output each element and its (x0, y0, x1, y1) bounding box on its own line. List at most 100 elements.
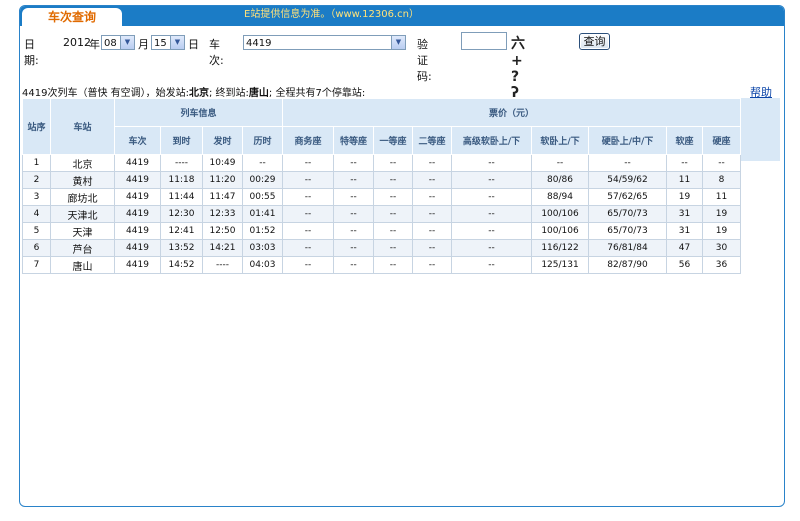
table-cell: -- (333, 154, 375, 172)
table-cell: -- (373, 256, 414, 274)
month-select[interactable]: 08 ▼ (101, 35, 135, 50)
station-cell: 廊坊北 (50, 188, 115, 206)
query-panel: 车次查询 E站提供信息为准。（www.12306.cn） 日期: 2012 年 … (19, 5, 785, 507)
table-cell: 19 (666, 188, 704, 206)
col-header: 二等座 (412, 126, 453, 155)
table-cell: -- (282, 154, 335, 172)
table-cell: 30 (702, 239, 742, 257)
col-header: 特等座 (333, 126, 375, 155)
table-cell: -- (241, 154, 284, 172)
table-cell: -- (412, 222, 453, 240)
table-cell: -- (373, 188, 414, 206)
table-row: 1 北京 4419 ---- 10:49 -- -- -- -- -- -- -- -- -- -- (22, 154, 742, 172)
table-cell: 31 (666, 222, 704, 240)
table-cell: -- (333, 239, 375, 257)
month-value: 08 (104, 38, 117, 49)
table-row: 7 唐山 4419 14:52 ---- 04:03 -- -- -- -- -- 125/131 82… (22, 256, 742, 274)
train-summary: 4419次列车（普快 有空调），始发站:北京; 终到站:唐山; 全程共有7个停靠… (22, 84, 365, 99)
table-cell: 14:52 (160, 256, 203, 274)
day-value: 15 (154, 38, 167, 49)
table-cell: -- (666, 154, 704, 172)
table-row: 3 廊坊北 4419 11:44 11:47 00:55 -- -- -- -- -- 88/94 57… (22, 188, 742, 206)
chevron-down-icon: ▼ (391, 36, 405, 49)
captcha-image[interactable]: 六+ ?ʔ (511, 33, 526, 101)
table-cell: 88/94 (531, 188, 590, 206)
table-row: 6 芦台 4419 13:52 14:21 03:03 -- -- -- -- -- 116/122 7… (22, 239, 742, 257)
table-cell: 2 (22, 171, 51, 189)
table-cell: 76/81/84 (588, 239, 668, 257)
table-cell: -- (451, 256, 533, 274)
table-cell: 00:29 (241, 171, 284, 189)
day-unit: 日 (188, 38, 199, 51)
table-cell: -- (282, 256, 335, 274)
table-cell: -- (373, 205, 414, 223)
table-cell: 11:44 (160, 188, 203, 206)
col-header: 硬座 (702, 126, 742, 155)
table-cell: ---- (160, 154, 203, 172)
table-cell: 47 (666, 239, 704, 257)
table-cell: 00:55 (241, 188, 284, 206)
table-cell: 11:47 (202, 188, 243, 206)
table-cell: 36 (702, 256, 742, 274)
station-cell: 天津 (50, 222, 115, 240)
captcha-input[interactable] (461, 32, 507, 50)
table-cell: 57/62/65 (588, 188, 668, 206)
day-select[interactable]: 15 ▼ (151, 35, 185, 50)
table-cell: -- (451, 239, 533, 257)
table-cell: 03:03 (241, 239, 284, 257)
table-cell: 01:52 (241, 222, 284, 240)
train-number-value: 4419 (246, 38, 272, 49)
table-cell: -- (333, 171, 375, 189)
table-cell: -- (451, 188, 533, 206)
table-row: 2 黄村 4419 11:18 11:20 00:29 -- -- -- -- -- 80/86 54/… (22, 171, 742, 189)
table-cell: -- (333, 256, 375, 274)
year-unit: 年 (89, 38, 100, 51)
table-row: 5 天津 4419 12:41 12:50 01:52 -- -- -- -- -- 100/106 6… (22, 222, 742, 240)
table-cell: -- (373, 222, 414, 240)
col-header: 高级软卧上/下 (451, 126, 533, 155)
table-cell: -- (702, 154, 742, 172)
notice-marquee: E站提供信息为准。（www.12306.cn） (244, 9, 419, 20)
captcha-label: 验证码: (417, 38, 432, 83)
table-cell: 11 (666, 171, 704, 189)
table-cell: -- (282, 171, 335, 189)
table-cell: -- (451, 222, 533, 240)
train-label: 车次: (209, 38, 224, 67)
table-cell: 4419 (114, 205, 161, 223)
table-cell: -- (588, 154, 668, 172)
year-value: 2012 (63, 36, 91, 49)
col-header: 一等座 (373, 126, 414, 155)
col-header: 车次 (114, 126, 161, 155)
table-cell: 3 (22, 188, 51, 206)
table-cell: 5 (22, 222, 51, 240)
station-cell: 芦台 (50, 239, 115, 257)
table-cell: 82/87/90 (588, 256, 668, 274)
top-bar: 车次查询 E站提供信息为准。（www.12306.cn） (20, 6, 784, 27)
col-header: 软座 (666, 126, 704, 155)
col-group-train-info: 列车信息 (113, 98, 284, 127)
table-cell: 7 (22, 256, 51, 274)
table-cell: 10:49 (202, 154, 243, 172)
tab-train-query[interactable]: 车次查询 (22, 8, 122, 27)
chevron-down-icon: ▼ (120, 36, 134, 49)
table-cell: -- (333, 205, 375, 223)
train-number-select[interactable]: 4419 ▼ (243, 35, 406, 50)
table-cell: 65/70/73 (588, 205, 668, 223)
table-cell: 04:03 (241, 256, 284, 274)
timetable: 站序 车站 列车信息 票价（元） 车次 到时 发时 历时 商务座 特等座 一等座 二等座 高级软… (22, 98, 742, 274)
table-cell: -- (412, 239, 453, 257)
table-cell: 1 (22, 154, 51, 172)
table-cell: 116/122 (531, 239, 590, 257)
table-cell: 8 (702, 171, 742, 189)
table-cell: -- (333, 188, 375, 206)
table-cell: 11:20 (202, 171, 243, 189)
table-cell: ---- (202, 256, 243, 274)
table-cell: -- (451, 154, 533, 172)
table-cell: 11 (702, 188, 742, 206)
table-cell: -- (373, 154, 414, 172)
table-cell: -- (412, 171, 453, 189)
query-button[interactable]: 查询 (579, 33, 610, 50)
table-cell: -- (412, 188, 453, 206)
station-cell: 唐山 (50, 256, 115, 274)
table-cell: 01:41 (241, 205, 284, 223)
